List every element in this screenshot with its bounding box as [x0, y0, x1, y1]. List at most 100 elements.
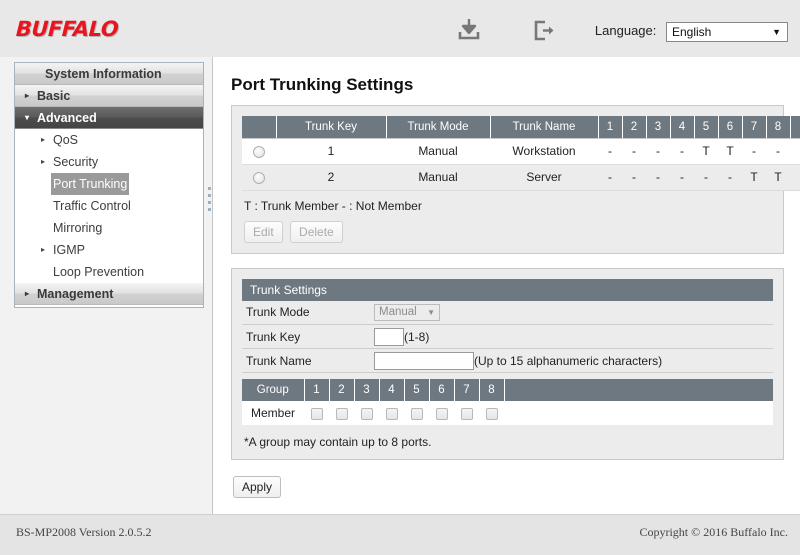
member-cell-1[interactable]	[304, 401, 329, 425]
trunk-row-1-spacer	[790, 138, 800, 165]
sidebar-label-port-trunking: Port Trunking	[51, 173, 130, 195]
apply-button[interactable]: Apply	[233, 476, 282, 498]
trunk-mode-field-cell: Manual ▼	[374, 300, 773, 325]
trunk-settings-panel: Trunk Settings Trunk Mode Manual ▼ Trunk…	[231, 267, 784, 460]
member-checkbox-1[interactable]	[310, 407, 323, 420]
trunk-col-port-2: 2	[622, 116, 647, 139]
sidebar-nav: System Information ▸ Basic ▾ Advanced ▸ …	[14, 62, 204, 308]
trunk-row-2-port-3: -	[646, 164, 670, 191]
sidebar-item-system-information[interactable]: System Information	[15, 63, 203, 85]
member-checkbox-3[interactable]	[360, 407, 373, 420]
group-col-port-5: 5	[404, 379, 430, 401]
member-cell-7[interactable]	[454, 401, 479, 425]
sidebar-label-security: Security	[53, 155, 99, 169]
chevron-down-icon: ▾	[25, 112, 30, 122]
trunk-row-2-select-cell[interactable]	[242, 164, 276, 191]
group-col-port-6: 6	[429, 379, 455, 401]
page-footer: BS-MP2008 Version 2.0.5.2 Copyright © 20…	[0, 514, 800, 555]
language-select-value: English	[672, 25, 712, 39]
trunk-row-1-radio[interactable]	[253, 145, 265, 158]
trunk-table-header-row: Trunk Key Trunk Mode Trunk Name 1 2 3 4 …	[242, 116, 800, 139]
table-row[interactable]: 1 Manual Workstation - - - - T T - -	[242, 138, 800, 165]
group-member-table: Group 1 2 3 4 5 6 7 8 Member	[242, 379, 773, 425]
trunk-row-1-name: Workstation	[490, 138, 598, 165]
sidebar-item-igmp[interactable]: ▸ IGMP	[15, 239, 203, 261]
sidebar-item-qos[interactable]: ▸ QoS	[15, 129, 203, 151]
trunk-mode-select[interactable]: Manual ▼	[374, 303, 440, 321]
trunk-row-2-port-2: -	[622, 164, 646, 191]
group-col-port-2: 2	[329, 379, 355, 401]
trunk-row-1-port-1: -	[598, 138, 622, 165]
member-checkbox-7[interactable]	[460, 407, 473, 420]
group-header-row: Group 1 2 3 4 5 6 7 8	[242, 379, 773, 401]
trunk-row-1-select-cell[interactable]	[242, 138, 276, 165]
trunk-row-1-port-4: -	[670, 138, 694, 165]
member-checkbox-5[interactable]	[410, 407, 423, 420]
member-cell-8[interactable]	[479, 401, 504, 425]
sidebar-item-port-trunking[interactable]: Port Trunking	[15, 173, 203, 195]
trunk-settings-form: Trunk Mode Manual ▼ Trunk Key (1-8) Trun…	[242, 300, 773, 373]
download-icon[interactable]	[452, 14, 486, 46]
trunk-row-2-port-7: T	[742, 164, 766, 191]
sidebar-item-security[interactable]: ▸ Security	[15, 151, 203, 173]
group-header-label: Group	[242, 379, 305, 401]
apply-button-wrap: Apply	[213, 460, 800, 498]
trunk-col-port-7: 7	[742, 116, 767, 139]
trunk-col-spacer	[790, 116, 800, 139]
trunk-row-2-port-8: T	[766, 164, 790, 191]
chevron-right-icon: ▸	[25, 288, 30, 298]
chevron-right-icon: ▸	[25, 90, 30, 100]
trunk-col-port-6: 6	[718, 116, 743, 139]
trunk-col-trunk-name: Trunk Name	[490, 116, 599, 139]
trunk-row-1-port-8: -	[766, 138, 790, 165]
trunk-mode-select-value: Manual	[379, 305, 417, 318]
trunk-key-row: Trunk Key (1-8)	[242, 324, 773, 349]
sidebar-label-mirroring: Mirroring	[53, 221, 103, 235]
trunk-list-panel: Trunk Key Trunk Mode Trunk Name 1 2 3 4 …	[231, 105, 800, 254]
trunk-settings-section-title: Trunk Settings	[242, 278, 773, 301]
member-cell-5[interactable]	[404, 401, 429, 425]
trunk-col-port-3: 3	[646, 116, 671, 139]
trunk-row-2-port-5: -	[694, 164, 718, 191]
trunk-name-input[interactable]	[374, 351, 474, 370]
chevron-right-icon: ▸	[41, 245, 46, 254]
delete-button[interactable]: Delete	[290, 220, 343, 243]
chevron-down-icon: ▼	[772, 27, 781, 37]
trunk-key-input[interactable]	[374, 327, 404, 346]
trunk-row-1-port-2: -	[622, 138, 646, 165]
page-title: Port Trunking Settings	[231, 75, 414, 94]
footer-copyright: Copyright © 2016 Buffalo Inc.	[639, 525, 788, 539]
member-cell-3[interactable]	[354, 401, 379, 425]
sidebar-item-loop-prevention[interactable]: Loop Prevention	[15, 261, 203, 283]
member-cell-4[interactable]	[379, 401, 404, 425]
sidebar-label-management: Management	[37, 287, 114, 301]
trunk-row-2-port-4: -	[670, 164, 694, 191]
edit-button[interactable]: Edit	[244, 220, 283, 243]
sidebar-item-basic[interactable]: ▸ Basic	[15, 85, 203, 107]
sidebar-item-traffic-control[interactable]: Traffic Control	[15, 195, 203, 217]
language-select[interactable]: English ▼	[666, 22, 788, 42]
member-checkbox-6[interactable]	[435, 407, 448, 420]
trunk-row-2-radio[interactable]	[253, 171, 265, 184]
buffalo-logo: BUFFALO	[15, 17, 119, 41]
trunk-row-2-port-6: -	[718, 164, 742, 191]
sidebar-item-mirroring[interactable]: Mirroring	[15, 217, 203, 239]
table-row[interactable]: 2 Manual Server - - - - - - T T	[242, 164, 800, 191]
trunk-col-port-8: 8	[766, 116, 791, 139]
member-checkbox-4[interactable]	[385, 407, 398, 420]
trunk-legend: T : Trunk Member - : Not Member	[244, 198, 422, 213]
member-checkbox-2[interactable]	[335, 407, 348, 420]
trunk-row-1-key: 1	[276, 138, 386, 165]
language-selector-area: Language: English ▼	[595, 22, 788, 42]
group-col-port-7: 7	[454, 379, 480, 401]
trunk-row-1-port-5: T	[694, 138, 718, 165]
sidebar-item-management[interactable]: ▸ Management	[15, 283, 203, 305]
chevron-down-icon: ▼	[427, 307, 435, 317]
trunk-name-hint: (Up to 15 alphanumeric characters)	[474, 353, 663, 368]
member-cell-6[interactable]	[429, 401, 454, 425]
sidebar-label-advanced: Advanced	[37, 111, 97, 125]
member-cell-2[interactable]	[329, 401, 354, 425]
logout-icon[interactable]	[527, 14, 561, 46]
sidebar-item-advanced[interactable]: ▾ Advanced	[15, 107, 203, 129]
member-checkbox-8[interactable]	[485, 407, 498, 420]
